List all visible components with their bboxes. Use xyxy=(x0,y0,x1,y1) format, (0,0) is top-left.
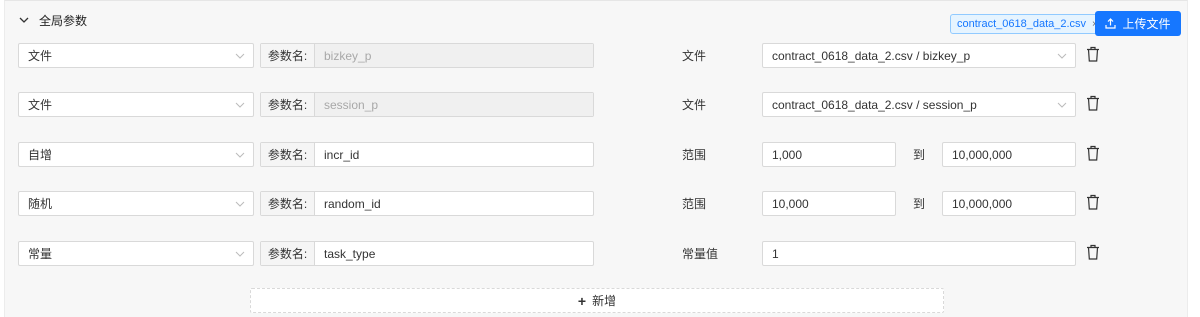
param-name-input[interactable]: random_id xyxy=(315,192,593,215)
param-name-field[interactable]: 参数名: task_type xyxy=(260,241,594,266)
param-type-select[interactable]: 文件 xyxy=(18,43,254,68)
global-params-panel: 全局参数 contract_0618_data_2.csv × 上传文件 文件 … xyxy=(4,0,1188,317)
range-to-input[interactable]: 10,000,000 xyxy=(942,142,1076,167)
param-type-value: 常量 xyxy=(28,247,53,261)
delete-icon[interactable] xyxy=(1086,244,1100,260)
range-from-input[interactable]: 1,000 xyxy=(762,142,896,167)
delete-icon[interactable] xyxy=(1086,194,1100,210)
upload-button-label: 上传文件 xyxy=(1122,17,1171,31)
range-to-input[interactable]: 10,000,000 xyxy=(942,191,1076,216)
param-name-field[interactable]: 参数名: bizkey_p xyxy=(260,43,594,68)
file-tag-name: contract_0618_data_2.csv xyxy=(957,18,1087,30)
param-name-field[interactable]: 参数名: incr_id xyxy=(260,142,594,167)
param-name-field[interactable]: 参数名: random_id xyxy=(260,191,594,216)
param-row: 自增 参数名: incr_id 范围 1,000 到 10,000,000 xyxy=(5,142,1189,167)
param-name-input[interactable]: session_p xyxy=(315,93,593,116)
value-label: 范围 xyxy=(682,197,707,211)
section-title: 全局参数 xyxy=(39,13,88,28)
param-row: 文件 参数名: session_p 文件 contract_0618_data_… xyxy=(5,92,1189,117)
param-type-value: 随机 xyxy=(28,197,53,211)
value-label: 常量值 xyxy=(682,247,719,261)
chevron-down-icon xyxy=(1057,102,1067,108)
param-type-value: 文件 xyxy=(28,98,53,112)
param-type-select[interactable]: 文件 xyxy=(18,92,254,117)
param-name-addon: 参数名: xyxy=(261,242,315,265)
range-to-label: 到 xyxy=(913,197,926,211)
param-name-input[interactable]: bizkey_p xyxy=(315,44,593,67)
chevron-down-icon xyxy=(235,152,245,158)
delete-icon[interactable] xyxy=(1086,95,1100,111)
uploaded-file-tag: contract_0618_data_2.csv × xyxy=(950,14,1105,34)
delete-icon[interactable] xyxy=(1086,145,1100,161)
value-label: 范围 xyxy=(682,148,707,162)
param-name-field[interactable]: 参数名: session_p xyxy=(260,92,594,117)
chevron-down-icon xyxy=(1057,53,1067,59)
delete-icon[interactable] xyxy=(1086,46,1100,62)
constant-value-input[interactable]: 1 xyxy=(762,241,1076,266)
file-column-value: contract_0618_data_2.csv / session_p xyxy=(772,97,977,112)
add-param-button[interactable]: + 新增 xyxy=(250,288,944,313)
file-column-select[interactable]: contract_0618_data_2.csv / session_p xyxy=(762,92,1076,117)
param-name-addon: 参数名: xyxy=(261,143,315,166)
param-row: 文件 参数名: bizkey_p 文件 contract_0618_data_2… xyxy=(5,43,1189,68)
param-name-addon: 参数名: xyxy=(261,93,315,116)
param-name-addon: 参数名: xyxy=(261,192,315,215)
chevron-down-icon xyxy=(235,53,245,59)
value-label: 文件 xyxy=(682,98,707,112)
param-row: 随机 参数名: random_id 范围 10,000 到 10,000,000 xyxy=(5,191,1189,216)
add-param-label: 新增 xyxy=(592,294,617,308)
range-to-label: 到 xyxy=(913,148,926,162)
param-name-addon: 参数名: xyxy=(261,44,315,67)
param-row: 常量 参数名: task_type 常量值 1 xyxy=(5,241,1189,266)
value-label: 文件 xyxy=(682,49,707,63)
param-type-value: 文件 xyxy=(28,49,53,63)
upload-file-button[interactable]: 上传文件 xyxy=(1095,11,1181,36)
chevron-down-icon xyxy=(19,17,29,23)
collapse-header[interactable]: 全局参数 xyxy=(17,10,87,30)
upload-icon xyxy=(1105,18,1117,29)
param-name-input[interactable]: incr_id xyxy=(315,143,593,166)
param-name-input[interactable]: task_type xyxy=(315,242,593,265)
range-from-input[interactable]: 10,000 xyxy=(762,191,896,216)
param-type-select[interactable]: 自增 xyxy=(18,142,254,167)
param-type-select[interactable]: 常量 xyxy=(18,241,254,266)
param-type-select[interactable]: 随机 xyxy=(18,191,254,216)
param-type-value: 自增 xyxy=(28,148,53,162)
chevron-down-icon xyxy=(235,251,245,257)
file-column-select[interactable]: contract_0618_data_2.csv / bizkey_p xyxy=(762,43,1076,68)
chevron-down-icon xyxy=(235,102,245,108)
chevron-down-icon xyxy=(235,201,245,207)
file-column-value: contract_0618_data_2.csv / bizkey_p xyxy=(772,48,971,63)
plus-icon: + xyxy=(577,292,587,309)
